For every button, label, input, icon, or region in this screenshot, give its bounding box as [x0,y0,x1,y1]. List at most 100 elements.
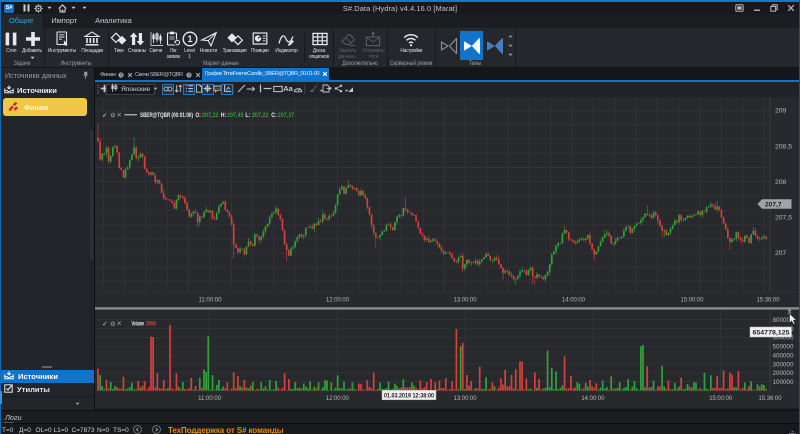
svg-text:✕: ✕ [117,112,122,119]
pane-splitter[interactable] [95,307,800,309]
ribbon-button-stop-pause[interactable]: Стоп [2,30,20,64]
ribbon-button-label: Новости [200,48,217,54]
status-counter: С=7873 [72,427,95,434]
svg-text:✕: ✕ [117,321,122,328]
svg-text:✓: ✓ [102,321,108,328]
titlebar[interactable]: S# S#.Data (Hydra) v4.4.16.0 [Marat] [0,2,800,14]
send-mail-icon [364,30,382,48]
tb-export-icon [322,80,332,98]
sidebar-item-finam[interactable]: Финам [3,98,87,116]
status-counter: N=0 [97,427,109,434]
svg-text:208: 208 [775,179,787,186]
level1-icon: 1 [181,30,199,48]
ribbon-button-positions[interactable]: Позиции [249,30,271,64]
autohide-indicator [0,391,2,404]
status-counter: Д=0 [19,427,31,434]
ribbon-button-orderlog[interactable]: Лог заявок [164,30,182,64]
sidebar-nav-utilities[interactable]: Утилиты [0,383,94,396]
document-tab-2[interactable]: Свечи SBER@TQBR? [132,70,200,80]
ribbon-button-candles[interactable]: Свечи [147,30,164,64]
support-link[interactable]: ТехПоддержка от S# команды [168,426,283,434]
candle-type-select[interactable]: Японские [106,84,155,96]
logs-panel-bar[interactable]: Логи [0,410,800,423]
svg-text:13:00:00: 13:00:00 [454,297,477,304]
toolbar-button-axis-markers[interactable] [221,84,233,96]
ribbon-button-label: Площадки [81,48,103,54]
svg-text:15:00:00: 15:00:00 [709,395,732,402]
toolbar-button-overflow-grip[interactable] [345,84,355,96]
svg-text:12:00:00: 12:00:00 [326,395,349,402]
ribbon-button-ticks[interactable]: Тики [111,30,127,64]
svg-text:13:00:00: 13:00:00 [454,395,477,402]
ribbon-button-news[interactable]: Новости [197,30,220,64]
tb-brush-icon [308,80,318,98]
ribbon-tab-1[interactable]: Общие [0,14,42,28]
svg-text:14:00:00: 14:00:00 [562,297,585,304]
svg-text:H:: H: [221,113,227,119]
svg-text:11:00:00: 11:00:00 [199,297,222,304]
vs-theme-light-icon[interactable] [460,31,483,60]
tb-link-icon [163,80,173,98]
ribbon-button-options-board[interactable]: Доска опционов [306,30,333,64]
chevron-down-icon [30,54,35,60]
gallery-spinner[interactable] [506,31,515,60]
import-tray-icon [4,85,14,96]
ribbon-button-transactions[interactable]: Транзакции [220,30,249,64]
close-icon[interactable] [322,71,328,77]
document-tab-1[interactable]: Финам? [97,70,131,80]
nav-prev-icon[interactable] [133,425,142,434]
vs-theme-dark-icon[interactable] [437,31,460,60]
ribbon-tab-2[interactable]: Импорт [42,14,86,28]
document-tab-3[interactable]: График TimeFrameCandle_SBER@TQBR_00-01-0… [202,68,329,80]
ribbon-button-level1[interactable]: 1Level 1 [182,30,197,64]
toolbar-button-export[interactable] [321,84,333,96]
help-icon[interactable]: ? [186,72,192,78]
svg-text:14:00:00: 14:00:00 [581,395,604,402]
help-icon[interactable]: ? [118,72,124,78]
svg-text:15:36:00: 15:36:00 [759,395,782,402]
ribbon-button-depths[interactable]: Стаканы [127,30,147,64]
chevron-down-icon [75,402,80,406]
ribbon-button-exchange-bank[interactable]: Площадки [78,30,106,64]
ribbon-button-add-plus[interactable]: Добавить [19,30,46,64]
ribbon-button-label: Тики [114,48,123,54]
close-icon[interactable] [195,72,201,78]
ribbon-button-label: Настройки [400,48,422,54]
ribbon-button-wifi[interactable]: Настройки [389,30,433,64]
ribbon-button-securities-doc[interactable]: Инструменты [46,30,78,64]
ribbon-button-label: Доска опционов [310,48,330,60]
svg-text:207: 207 [775,250,787,257]
ribbon-group-separator [515,29,516,67]
sidebar-bottom-nav: ИсточникиУтилиты [0,363,94,410]
pin-icon[interactable] [82,71,89,81]
ribbon-tab-3[interactable]: Аналитика [86,14,141,28]
status-counter: L1=0 [54,427,69,434]
svg-text:100000: 100000 [773,379,794,386]
sidebar-section-sources[interactable]: Источники [0,83,94,97]
scrollbar-thumb[interactable] [90,130,93,260]
sidebar-nav-sources[interactable]: Источники [0,370,94,383]
svg-text:207,22: 207,22 [252,113,269,119]
svg-text:01.03.2019 12:38:00: 01.03.2019 12:38:00 [384,392,434,399]
toolbar-button-draw-gauge[interactable] [292,84,304,96]
sidebar-scrollbar[interactable] [89,84,93,364]
sidebar-data-sources: Источники данных Источники Финам Источни… [0,68,95,410]
svg-text:11:00:00: 11:00:00 [198,395,221,402]
vs-theme-blue-icon[interactable] [483,31,506,60]
status-counter: TS=0 [113,427,129,434]
tb-share-icon [334,80,343,98]
nav-next-icon[interactable] [152,425,161,434]
svg-text:500000: 500000 [773,344,794,351]
depths-icon [128,30,146,48]
toolbar-separator [304,85,305,94]
sidebar-nav-overflow[interactable] [0,396,94,410]
svg-text:12:00:00: 12:00:00 [326,297,349,304]
svg-text:654778,125: 654778,125 [753,330,790,337]
document-area: Финам?Свечи SBER@TQBR?График TimeFrameCa… [95,68,800,410]
ribbon-group-separator [108,29,109,67]
ribbon-button-indicator[interactable]: Индикатор [271,30,301,64]
ribbon-button-label: Отправить логи [362,48,384,60]
svg-text:207,37: 207,37 [278,113,295,119]
splitter-handle[interactable] [0,363,94,370]
candlestick-chart[interactable]: 209208,5208207,520711:00:0012:00:0013:00… [95,97,800,408]
